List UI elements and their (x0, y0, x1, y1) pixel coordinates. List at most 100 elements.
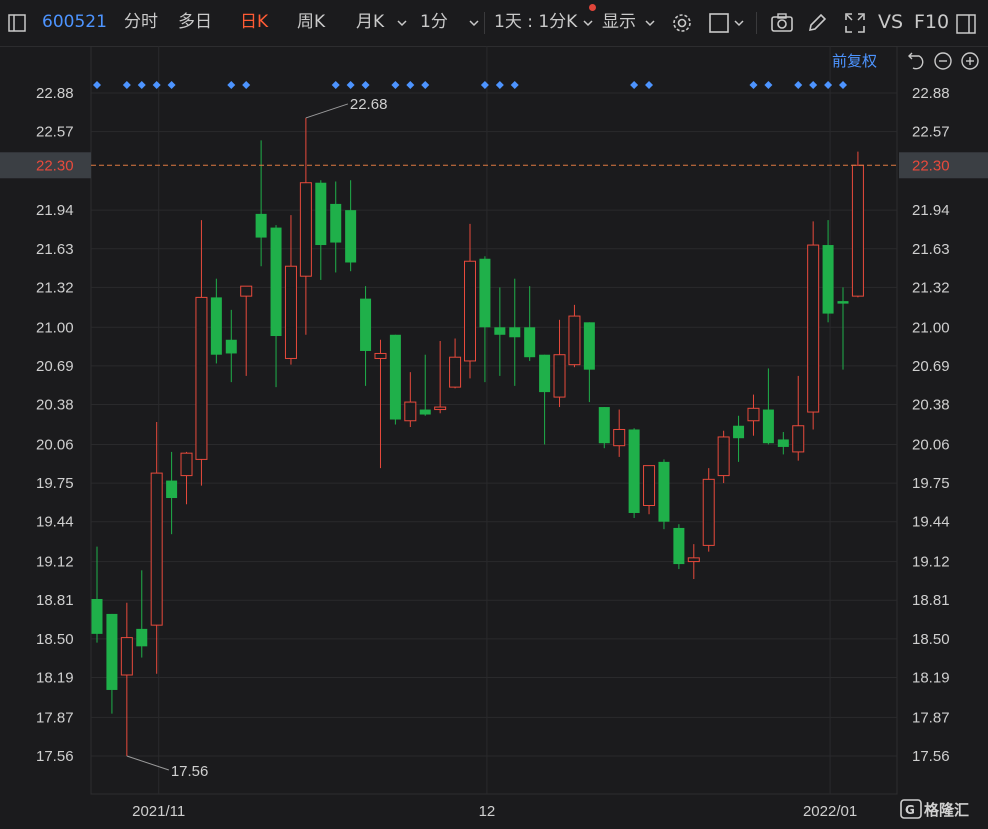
low-annotation-label: 17.56 (171, 763, 209, 780)
candle (434, 341, 447, 414)
candle-body (777, 439, 789, 447)
divider (484, 12, 485, 34)
candle-body (628, 429, 640, 513)
candle-body (195, 296, 208, 460)
y-tick-label: 17.87 (36, 709, 74, 726)
event-marker (749, 81, 758, 89)
f10-button[interactable]: F10 (914, 0, 949, 46)
tab-intraday[interactable]: 分时 (124, 0, 158, 46)
candle-body (553, 354, 566, 398)
y-tick-label: 21.63 (36, 241, 74, 258)
y-tick-label: 21.63 (912, 241, 950, 258)
candle-body (851, 164, 864, 297)
candle (255, 140, 267, 267)
event-marker (510, 81, 519, 89)
candle (419, 354, 431, 416)
candlestick-chart: 22.88 22.57 21.94 21.63 21.32 21.00 20.69 20.38… (0, 46, 988, 820)
adjust-mode-button[interactable]: 前复权 (832, 52, 877, 70)
candle-body (658, 461, 670, 522)
candle-body (299, 182, 312, 277)
candle (509, 278, 521, 386)
current-price-label: 22.30 (36, 157, 74, 174)
candles (91, 117, 864, 756)
range-select[interactable]: 1天 : 1分K (494, 0, 577, 46)
vs-button[interactable]: VS (878, 0, 903, 46)
candle (494, 287, 506, 376)
y-tick-label: 17.56 (36, 748, 74, 765)
event-marker (137, 81, 146, 89)
candle-body (225, 339, 237, 354)
y-tick-label: 18.81 (36, 592, 74, 609)
stock-code[interactable]: 600521 (42, 0, 107, 46)
candle-body (613, 428, 626, 447)
chevron-down-icon[interactable] (582, 18, 594, 28)
chevron-down-icon[interactable] (468, 18, 480, 28)
checkbox-icon[interactable] (708, 12, 730, 34)
candle (284, 215, 297, 365)
event-marker (346, 81, 355, 89)
candle (479, 256, 491, 383)
candle (539, 354, 551, 445)
x-tick-label: 2022/01 (803, 803, 857, 820)
y-tick-label: 19.44 (912, 514, 950, 531)
candle (717, 430, 730, 484)
chevron-down-icon[interactable] (396, 18, 408, 28)
event-marker (242, 81, 251, 89)
display-menu[interactable]: 显示 (602, 0, 636, 46)
plot-frame (90, 46, 898, 795)
gear-icon[interactable] (670, 11, 694, 35)
zoom-in-icon[interactable] (961, 52, 979, 70)
panel-toggle-icon[interactable] (956, 14, 976, 34)
event-marker (809, 81, 818, 89)
candle (270, 225, 282, 388)
current-price-label: 22.30 (912, 157, 950, 174)
candle-body (284, 265, 297, 359)
tab-monthly-k[interactable]: 月K (356, 0, 384, 46)
sidebar-toggle-icon[interactable] (8, 14, 26, 32)
candle-body (330, 203, 342, 243)
candle (464, 223, 476, 379)
candle (315, 180, 327, 280)
candle-body (449, 356, 462, 388)
tab-multi-day[interactable]: 多日 (178, 0, 212, 46)
candle (598, 407, 610, 449)
event-marker (645, 81, 654, 89)
chevron-down-icon[interactable] (644, 18, 656, 28)
fullscreen-icon[interactable] (844, 12, 866, 34)
x-tick-label: 2021/11 (132, 803, 185, 820)
candle (792, 375, 805, 461)
y-tick-label: 21.32 (36, 279, 74, 296)
tab-weekly-k[interactable]: 周K (297, 0, 325, 46)
candle (658, 459, 670, 530)
candle (807, 221, 820, 430)
interval-select[interactable]: 1分 (420, 0, 448, 46)
undo-icon[interactable] (908, 52, 924, 70)
candle-body (315, 182, 327, 246)
y-tick-label: 19.75 (36, 475, 74, 492)
y-tick-label: 18.50 (912, 631, 950, 648)
pencil-icon[interactable] (806, 12, 828, 34)
chevron-down-icon[interactable] (733, 18, 745, 28)
candle-body (91, 598, 103, 634)
event-marker (391, 81, 400, 89)
y-tick-label: 18.19 (36, 669, 74, 686)
y-tick-label: 18.81 (912, 592, 950, 609)
candle (553, 319, 566, 408)
candle-body (687, 557, 700, 563)
y-tick-label: 20.69 (36, 358, 74, 375)
x-tick-label: 12 (479, 803, 496, 820)
candle (583, 322, 595, 403)
candle (404, 372, 417, 427)
event-marker (824, 81, 833, 89)
toolbar: 600521 分时 多日 日K 周K 月K 1分 1天 : 1分K 显示 VS … (0, 0, 988, 47)
candle (613, 409, 626, 457)
event-markers (93, 81, 847, 89)
camera-icon[interactable] (770, 12, 794, 34)
y-tick-label: 21.94 (912, 202, 950, 219)
divider (756, 12, 757, 34)
zoom-out-icon[interactable] (934, 52, 952, 70)
candle-body (345, 210, 357, 263)
y-tick-label: 20.38 (912, 397, 950, 414)
tab-daily-k[interactable]: 日K (240, 0, 268, 46)
candle-body (479, 258, 491, 328)
